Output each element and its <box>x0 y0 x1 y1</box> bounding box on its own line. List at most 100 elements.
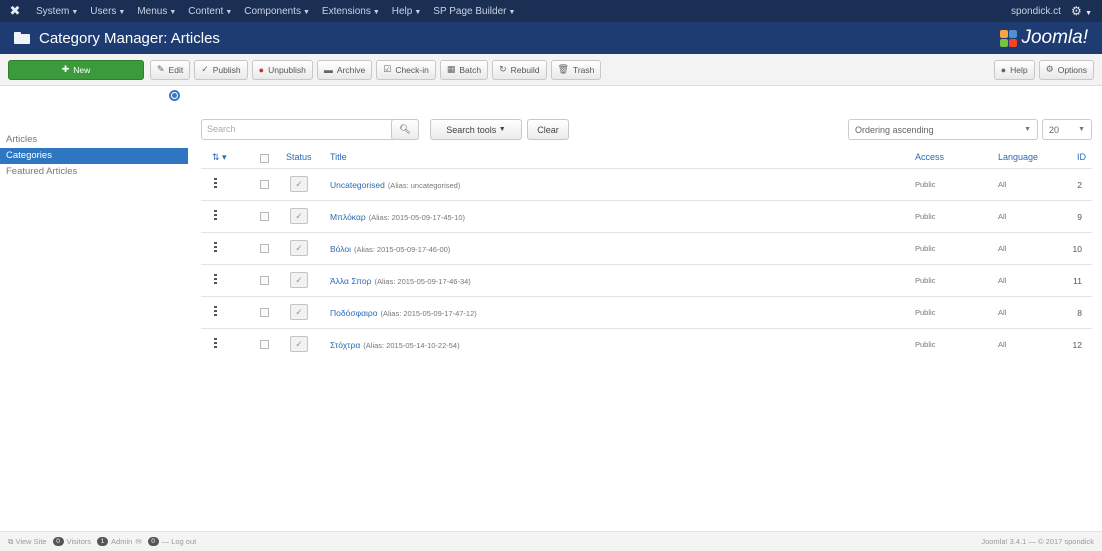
submenu-sidebar: Articles Categories Featured Articles <box>0 88 188 180</box>
language-column-header[interactable]: Language <box>998 152 1038 162</box>
site-name-link[interactable]: spondick.ct <box>1011 6 1061 17</box>
visitors-count-badge: 0 <box>52 537 64 546</box>
ordering-select[interactable]: Ordering ascending ▼ <box>848 119 1038 140</box>
trash-button[interactable]: 🗑 Trash <box>550 59 602 80</box>
archive-icon: ▬ <box>323 64 333 75</box>
category-title-link[interactable]: Uncategorised (Alias: uncategorised) <box>330 180 460 190</box>
clear-button[interactable]: Clear <box>527 119 569 140</box>
published-toggle[interactable]: ✓ <box>290 176 308 192</box>
unpublish-button[interactable]: ● Unpublish <box>251 59 313 80</box>
admin-count-badge: 1 <box>97 537 109 546</box>
row-checkbox[interactable] <box>260 180 269 189</box>
menu-components[interactable]: Components ▼ <box>238 6 316 17</box>
row-checkbox[interactable] <box>260 308 269 317</box>
row-checkbox[interactable] <box>260 276 269 285</box>
help-button[interactable]: ● Help <box>993 59 1035 80</box>
access-column-header[interactable]: Access <box>915 152 944 162</box>
published-toggle[interactable]: ✓ <box>290 272 308 288</box>
access-cell: Public <box>915 244 936 253</box>
status-bar: ⧉ View Site 0 Visitors 1 Admin ✉ 0 — Log… <box>0 531 1102 551</box>
id-cell: 8 <box>1077 308 1082 318</box>
drag-handle-icon[interactable] <box>214 178 217 188</box>
joomla-brand-logo: Joomla! <box>1000 27 1088 49</box>
access-cell: Public <box>915 212 936 221</box>
table-row: ✓ Μπλόκαρ (Alias: 2015-05-09-17-45-10) Pu… <box>201 200 1092 232</box>
check-icon: ✓ <box>201 64 209 74</box>
gear-icon[interactable]: ⚙ ▼ <box>1071 4 1092 18</box>
edit-icon: ✎ <box>157 64 165 74</box>
visitors-label: Visitors <box>66 537 92 546</box>
table-row: ✓ Στόχτρα (Alias: 2015-05-14-10-22-54) Pu… <box>201 328 1092 360</box>
category-title-link[interactable]: Ποδόσφαιρο (Alias: 2015-05-09-17-47-12) <box>330 308 477 318</box>
view-site-link[interactable]: ⧉ View Site <box>8 537 47 547</box>
language-cell: All <box>998 340 1007 349</box>
archive-button[interactable]: ▬ Archive <box>316 59 373 80</box>
sidebar-item-featured-articles[interactable]: Featured Articles <box>0 164 188 180</box>
table-row: ✓ Άλλα Σπορ (Alias: 2015-05-09-17-46-34) … <box>201 264 1092 296</box>
action-toolbar: ✚ New ✎ Edit ✓ Publish ● Unpublish ▬ Archive … <box>0 54 1102 86</box>
menu-system[interactable]: System ▼ <box>30 6 84 17</box>
log-out-link[interactable]: — Log out <box>162 537 197 546</box>
sidebar-item-articles[interactable]: Articles <box>0 132 188 148</box>
table-row: ✓ Uncategorised (Alias: uncategorised) Pu… <box>201 168 1092 200</box>
drag-handle-icon[interactable] <box>214 306 217 316</box>
menu-help[interactable]: Help ▼ <box>386 6 428 17</box>
checkbox-icon: ☑ <box>383 64 392 74</box>
batch-icon: ▦ <box>446 64 456 74</box>
row-checkbox[interactable] <box>260 244 269 253</box>
refresh-icon: ↻ <box>499 64 507 74</box>
menu-sp-page-builder[interactable]: SP Page Builder ▼ <box>427 6 521 17</box>
published-toggle[interactable]: ✓ <box>290 240 308 256</box>
publish-button[interactable]: ✓ Publish <box>194 59 248 80</box>
joomla-logo-icon[interactable]: ✖ <box>0 3 30 19</box>
category-title-link[interactable]: Μπλόκαρ (Alias: 2015-05-09-17-45-10) <box>330 212 465 222</box>
status-column-header[interactable]: Status <box>286 152 312 162</box>
trash-icon: 🗑 <box>557 64 569 74</box>
drag-handle-icon[interactable] <box>214 338 217 348</box>
row-checkbox[interactable] <box>260 340 269 349</box>
chevron-down-icon: ▼ <box>1024 126 1031 133</box>
menu-content[interactable]: Content ▼ <box>182 6 238 17</box>
edit-button[interactable]: ✎ Edit <box>150 59 191 80</box>
new-button[interactable]: ✚ New <box>8 59 144 80</box>
category-title-link[interactable]: Στόχτρα (Alias: 2015-05-14-10-22-54) <box>330 340 460 350</box>
version-text: Joomla! 3.4.1 — © 2017 spondick <box>981 537 1094 546</box>
menu-menus[interactable]: Menus ▼ <box>131 6 182 17</box>
messages-icon[interactable]: ✉ <box>135 537 141 546</box>
published-toggle[interactable]: ✓ <box>290 336 308 352</box>
rebuild-button[interactable]: ↻ Rebuild <box>492 59 547 80</box>
check-in-button[interactable]: ☑ Check-in <box>376 59 436 80</box>
menu-extensions[interactable]: Extensions ▼ <box>316 6 386 17</box>
published-toggle[interactable]: ✓ <box>290 304 308 320</box>
chevron-down-icon: ▼ <box>1078 126 1085 133</box>
category-title-link[interactable]: Άλλα Σπορ (Alias: 2015-05-09-17-46-34) <box>330 276 471 286</box>
drag-handle-icon[interactable] <box>214 274 217 284</box>
search-tools-button[interactable]: Search tools ▼ <box>430 119 522 140</box>
drag-handle-icon[interactable] <box>214 210 217 220</box>
language-cell: All <box>998 276 1007 285</box>
language-cell: All <box>998 212 1007 221</box>
sidebar-toggle-icon[interactable] <box>169 90 180 101</box>
id-column-header[interactable]: ID <box>1077 152 1086 162</box>
drag-handle-icon[interactable] <box>214 242 217 252</box>
search-button[interactable]: 🔍︎ <box>391 119 419 140</box>
batch-button[interactable]: ▦ Batch <box>439 59 489 80</box>
sidebar-item-categories[interactable]: Categories <box>0 148 188 164</box>
admin-label: Admin <box>111 537 133 546</box>
title-column-header[interactable]: Title <box>330 152 347 162</box>
language-cell: All <box>998 180 1007 189</box>
list-limit-select[interactable]: 20 ▼ <box>1042 119 1092 140</box>
category-title-link[interactable]: Βόλοι (Alias: 2015-05-09-17-46-00) <box>330 244 450 254</box>
ordering-sort-icon[interactable]: ⇅ ▾ <box>212 152 227 163</box>
access-cell: Public <box>915 308 936 317</box>
joomla-logo-icon <box>1000 29 1018 47</box>
search-input[interactable]: Search <box>201 119 419 140</box>
table-row: ✓ Ποδόσφαιρο (Alias: 2015-05-09-17-47-12)… <box>201 296 1092 328</box>
toolbar-right: ● Help ⚙ Options <box>993 59 1098 80</box>
published-toggle[interactable]: ✓ <box>290 208 308 224</box>
options-button[interactable]: ⚙ Options <box>1038 59 1094 80</box>
gear-icon: ⚙ <box>1045 64 1054 74</box>
row-checkbox[interactable] <box>260 212 269 221</box>
check-all-checkbox[interactable] <box>260 154 269 163</box>
menu-users[interactable]: Users ▼ <box>84 6 131 17</box>
